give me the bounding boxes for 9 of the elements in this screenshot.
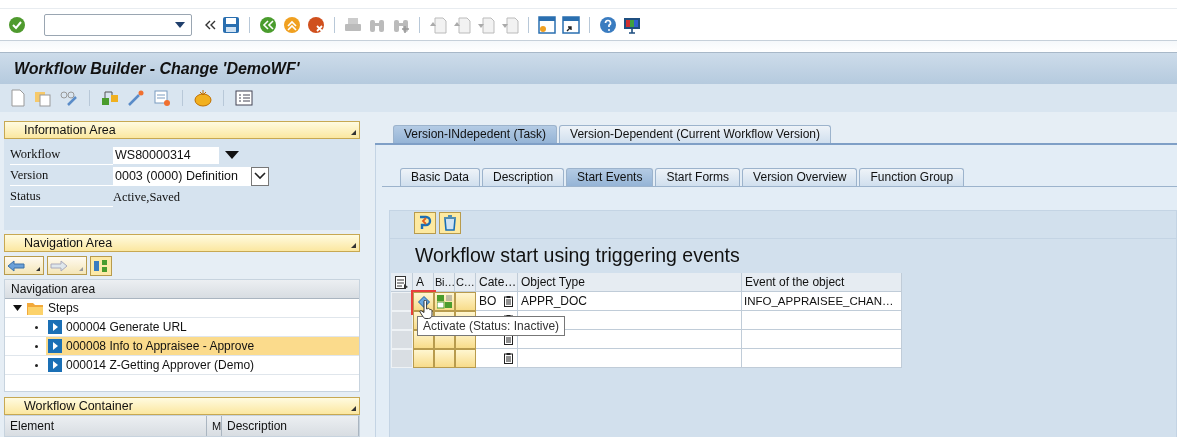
tooltip: Activate (Status: Inactive) [417,316,566,336]
table-cell: APPR_DOC [518,292,742,311]
section-heading: Workflow start using triggering events [414,243,741,268]
table-cell: BO [479,294,497,308]
table-cell: INFO_APPRAISEE_CHAN… [742,292,902,311]
field-value: Active,Saved [113,190,180,205]
tree-header: Navigation area [5,280,359,300]
field-label: Status [10,187,113,208]
window-title: Workflow Builder - Change 'DemoWF' [14,59,300,78]
